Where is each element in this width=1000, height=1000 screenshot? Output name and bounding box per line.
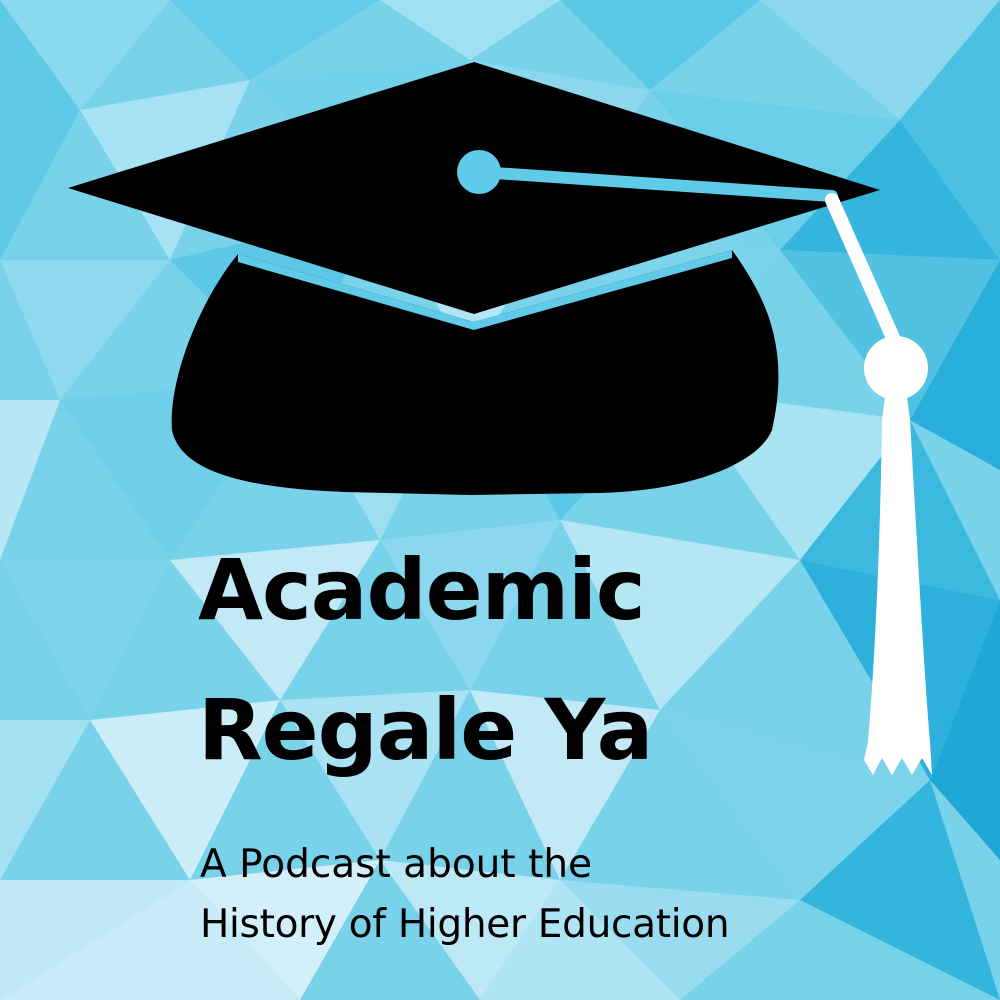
cap-button — [457, 150, 501, 194]
tassel-string — [825, 193, 901, 347]
podcast-subtitle-line-2: History of Higher Education — [200, 902, 730, 947]
podcast-title-line-2: Regale Ya — [198, 681, 653, 779]
podcast-title-line-1: Academic — [198, 541, 646, 639]
podcast-subtitle-line-1: A Podcast about the — [200, 842, 593, 887]
podcast-cover-art: Academic Regale Ya A Podcast about the H… — [0, 0, 1000, 1000]
tassel-fringe — [864, 390, 932, 775]
